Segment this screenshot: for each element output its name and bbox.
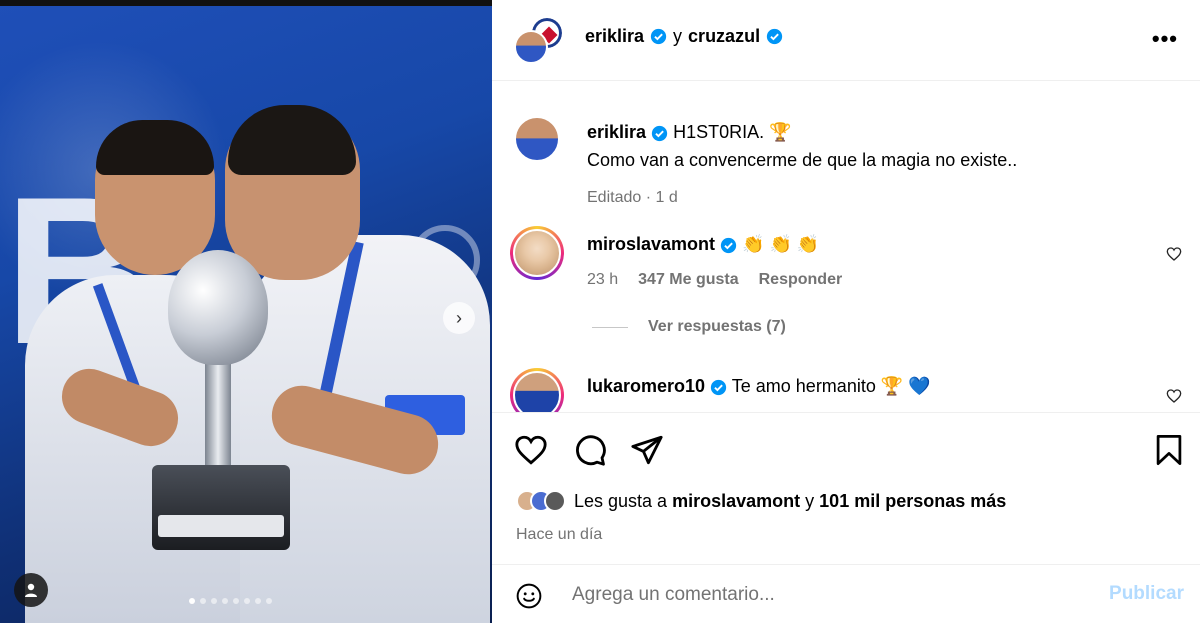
comment-avatar[interactable] — [510, 226, 564, 280]
player-right-hair — [228, 105, 356, 175]
author-username[interactable]: eriklira — [585, 26, 644, 47]
liker-avatar — [544, 490, 566, 512]
carousel-dot — [189, 598, 195, 604]
reply-button[interactable]: Responder — [759, 266, 843, 294]
trophy-emoji: 🏆 — [769, 122, 792, 142]
collab-avatars[interactable] — [514, 16, 564, 64]
likes-user[interactable]: miroslavamont — [672, 491, 800, 511]
comment-input[interactable] — [572, 577, 1092, 613]
more-horizontal-icon: ••• — [1151, 26, 1178, 51]
post-header: eriklira y cruzazul ••• — [492, 0, 1200, 81]
photo-top-edge — [0, 0, 492, 6]
likes-summary[interactable]: Les gusta a miroslavamont y 101 mil pers… — [516, 490, 1006, 512]
verified-badge-icon — [720, 237, 737, 253]
view-replies-button[interactable]: Ver respuestas (7) — [592, 318, 786, 336]
likes-others[interactable]: 101 mil personas más — [819, 491, 1006, 511]
trophy-stem — [205, 360, 231, 470]
verified-badge-icon — [766, 28, 783, 45]
publish-button[interactable]: Publicar — [1109, 583, 1184, 605]
bookmark-icon[interactable] — [1154, 433, 1184, 467]
likes-prefix: Les gusta a — [574, 490, 668, 511]
comments-section: eriklira H1ST0RIA. 🏆 Como van a convence… — [492, 82, 1200, 412]
tagged-users-button[interactable] — [14, 573, 48, 607]
like-comment-heart-icon[interactable] — [1166, 388, 1182, 404]
collaborator-username[interactable]: cruzazul — [688, 26, 760, 47]
carousel-dot — [233, 598, 239, 604]
carousel-dot — [200, 598, 206, 604]
comment-username[interactable]: miroslavamont — [587, 234, 715, 254]
comment-text: 👏 👏 👏 — [742, 234, 820, 254]
caption-username[interactable]: eriklira — [587, 122, 646, 142]
trophy-badges — [158, 515, 284, 537]
trophy-base — [152, 465, 290, 550]
collab-connector: y — [673, 26, 683, 46]
comment-body: miroslavamont 👏 👏 👏 23 h 347 Me gusta Re… — [587, 230, 842, 294]
user-tag-icon — [25, 583, 37, 597]
more-options-button[interactable]: ••• — [1152, 26, 1178, 52]
carousel-dot — [266, 598, 272, 604]
chevron-right-icon: › — [456, 308, 462, 328]
comment-body: lukaromero10 Te amo hermanito 🏆 💙 — [587, 372, 931, 400]
comment-avatar[interactable] — [510, 368, 564, 412]
post-photo[interactable]: B › — [0, 0, 492, 623]
caption-text: Como van a convencerme de que la magia n… — [587, 150, 1018, 170]
post-authors: eriklira y cruzazul — [585, 26, 783, 47]
carousel-dot — [244, 598, 250, 604]
verified-badge-icon — [651, 125, 668, 141]
next-photo-button[interactable]: › — [443, 302, 475, 334]
carousel-dot — [222, 598, 228, 604]
trophy-cup — [168, 250, 268, 365]
comment-text: Te amo hermanito — [731, 376, 876, 396]
heart-icon[interactable] — [514, 433, 548, 467]
comment-bubble-icon[interactable] — [573, 433, 607, 467]
carousel-indicator — [189, 598, 272, 604]
post-date[interactable]: Hace un día — [516, 526, 602, 544]
replies-divider — [592, 326, 628, 328]
caption-meta: Editado · 1 d — [587, 189, 678, 206]
likes-and: y — [805, 490, 815, 511]
post-actions: Les gusta a miroslavamont y 101 mil pers… — [492, 412, 1200, 564]
verified-badge-icon — [650, 28, 667, 45]
post-details-panel: eriklira y cruzazul ••• eriklira H1ST0RI… — [492, 0, 1200, 623]
caption-body: eriklira H1ST0RIA. 🏆 Como van a convence… — [587, 118, 1017, 212]
verified-badge-icon — [710, 379, 727, 395]
comment-composer: Publicar — [492, 564, 1200, 623]
eriklira-avatar[interactable] — [514, 30, 548, 64]
carousel-dot — [211, 598, 217, 604]
view-replies-label: Ver respuestas (7) — [648, 318, 786, 335]
comment-likes[interactable]: 347 Me gusta — [638, 266, 738, 294]
like-comment-heart-icon[interactable] — [1166, 246, 1182, 262]
carousel-dot — [255, 598, 261, 604]
send-icon[interactable] — [630, 433, 664, 467]
smiley-icon[interactable] — [516, 583, 542, 609]
caption-avatar[interactable] — [514, 116, 560, 162]
caption-title: H1ST0RIA. — [673, 122, 765, 142]
comment-emojis: 🏆 💙 — [880, 376, 931, 396]
comment-username[interactable]: lukaromero10 — [587, 376, 705, 396]
instagram-post-modal: B › eriklira y cruzazul ••• eriklira H1S… — [0, 0, 1200, 623]
comment-time[interactable]: 23 h — [587, 266, 618, 294]
